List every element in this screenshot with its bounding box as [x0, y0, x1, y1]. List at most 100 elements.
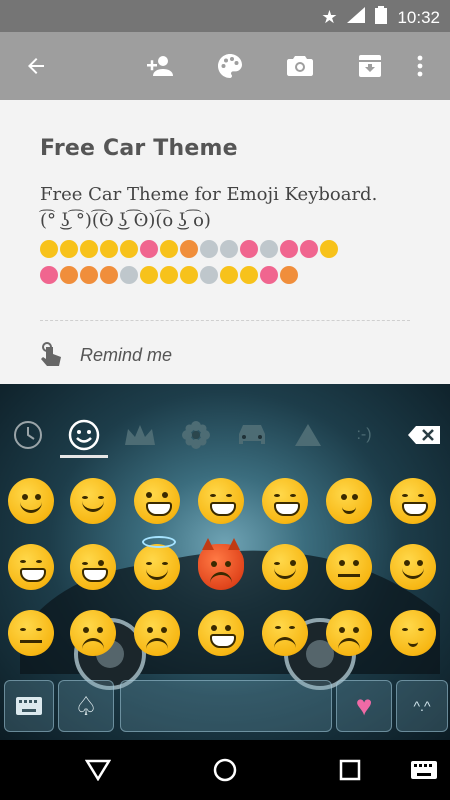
emoji-key[interactable]	[390, 478, 436, 524]
emoji-key[interactable]	[70, 544, 116, 590]
tab-smileys[interactable]	[60, 416, 108, 458]
emoji-key[interactable]	[198, 478, 244, 524]
chick-emoji-icon	[120, 240, 138, 258]
nav-back-button[interactable]	[78, 750, 118, 790]
spade-icon: ♤	[74, 690, 98, 721]
nav-keyboard-button[interactable]	[404, 750, 444, 790]
remind-me-button[interactable]: Remind me	[40, 342, 172, 368]
emoji-key[interactable]	[8, 544, 54, 590]
skull-emoji-icon	[120, 266, 138, 284]
nav-home-button[interactable]	[205, 750, 245, 790]
emoji-key[interactable]	[70, 478, 116, 524]
tab-symbols[interactable]	[284, 416, 332, 454]
emoji-key[interactable]	[262, 544, 308, 590]
space-key[interactable]	[120, 680, 332, 732]
tab-crown[interactable]	[116, 416, 164, 454]
heart-key[interactable]: ♥	[336, 680, 392, 732]
emoji-key[interactable]	[134, 536, 180, 590]
arrow-left-icon	[28, 58, 44, 74]
tab-car[interactable]	[228, 416, 276, 454]
emoji-row	[40, 262, 410, 288]
camera-button[interactable]	[276, 42, 324, 90]
clock: 10:32	[397, 7, 440, 27]
tab-flower[interactable]	[172, 416, 220, 454]
keyboard-icon	[411, 761, 437, 779]
back-button[interactable]	[12, 42, 60, 90]
emoji-key[interactable]	[262, 478, 308, 524]
grin-emoji-icon	[60, 240, 78, 258]
angel-emoji-icon	[80, 240, 98, 258]
emoji-key[interactable]	[326, 478, 372, 524]
emoticon-icon: ^.^	[413, 698, 431, 714]
crown-icon	[125, 425, 155, 445]
more-vert-icon	[417, 55, 423, 77]
emoji-key[interactable]	[134, 478, 180, 524]
muscle-emoji-icon	[240, 240, 258, 258]
ghost-emoji-icon	[260, 240, 278, 258]
battery-icon	[375, 6, 388, 29]
keyboard-bottom-row: ♤ ♥ ^.^	[0, 676, 450, 740]
flower-emoji-icon	[140, 240, 158, 258]
keyboard-icon	[16, 697, 42, 715]
tab-recent[interactable]	[4, 416, 52, 454]
emoji-key[interactable]	[390, 544, 436, 590]
monkey-emoji-icon	[240, 266, 258, 284]
clock-icon	[14, 421, 42, 449]
nav-recents-button[interactable]	[330, 750, 370, 790]
status-bar: ★ 10:32	[0, 0, 450, 32]
emoji-key[interactable]	[70, 610, 116, 656]
pray-emoji-icon	[160, 266, 178, 284]
emoji-key[interactable]	[262, 610, 308, 656]
navigation-bar	[0, 740, 450, 800]
car-icon	[239, 425, 265, 444]
back-triangle-icon	[85, 759, 111, 781]
app-bar	[0, 32, 450, 100]
heart-emoji-icon	[40, 266, 58, 284]
emoji-key[interactable]	[198, 538, 244, 590]
emoji-key[interactable]	[198, 610, 244, 656]
divider	[40, 320, 410, 321]
archive-button[interactable]	[346, 42, 394, 90]
camera-icon	[287, 56, 313, 76]
fireworks-emoji-icon	[80, 266, 98, 284]
emoji-key[interactable]	[390, 610, 436, 656]
halo-icon	[142, 536, 176, 548]
devil-emoji-icon	[280, 266, 298, 284]
flower-icon	[182, 421, 210, 449]
emoji-key[interactable]	[326, 610, 372, 656]
backspace-icon	[408, 426, 440, 444]
signal-icon	[347, 7, 366, 28]
emoji-key[interactable]	[134, 610, 180, 656]
more-options-button[interactable]	[396, 42, 444, 90]
heart-emoji-icon	[60, 266, 78, 284]
smile-emoji-icon	[40, 240, 58, 258]
symbols-key[interactable]: ♤	[58, 680, 114, 732]
emoji-row	[40, 236, 410, 262]
smile-emoji-icon	[100, 240, 118, 258]
emoticon-label: :-)	[356, 426, 372, 443]
palette-icon	[218, 54, 242, 78]
delete-key[interactable]	[400, 416, 448, 454]
nail-polish-emoji-icon	[280, 240, 298, 258]
emoji-keyboard: :-) ♤ ♥ ^.^	[0, 384, 450, 740]
santa-emoji-icon	[180, 240, 198, 258]
emoticon-key[interactable]: ^.^	[396, 680, 448, 732]
bunny-emoji-icon	[220, 240, 238, 258]
tab-emoticons[interactable]: :-)	[340, 416, 388, 454]
emoji-key[interactable]	[326, 544, 372, 590]
emoji-strip	[40, 236, 410, 288]
switch-keyboard-key[interactable]	[4, 680, 54, 732]
chick-emoji-icon	[220, 266, 238, 284]
note-title[interactable]: Free Car Theme	[40, 136, 238, 161]
emoji-key[interactable]	[8, 610, 54, 656]
emoji-grid	[0, 464, 450, 684]
note-body-line: (͡° ͜ʖ ͡°)(͡ʘ ͜ʖ ͡ʘ)(͡o ͜ʖ ͡o)	[40, 210, 211, 231]
add-person-button[interactable]	[136, 42, 184, 90]
note-body[interactable]: Free Car Theme for Emoji Keyboard. (͡° ͜…	[40, 182, 420, 234]
person-emoji-icon	[180, 266, 198, 284]
victory-emoji-icon	[200, 266, 218, 284]
emoji-key[interactable]	[8, 478, 54, 524]
note-content: Free Car Theme Free Car Theme for Emoji …	[0, 100, 450, 384]
lips-emoji-icon	[300, 240, 318, 258]
palette-button[interactable]	[206, 42, 254, 90]
